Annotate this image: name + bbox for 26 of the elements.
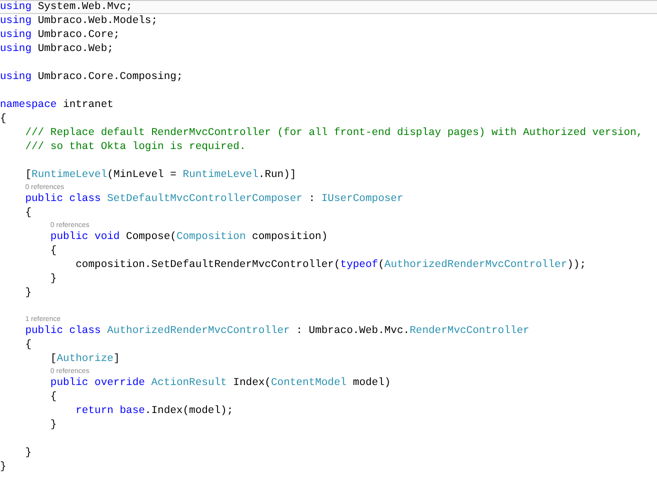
code-line: public class SetDefaultMvcControllerComposer : IUserComposer [25,193,404,205]
code-line: composition.SetDefaultRenderMvcController(typeof(AuthorizedRenderMvcController)); [76,259,586,271]
code-line: { [50,245,57,257]
code-line: /// so that Okta login is required. [25,141,246,153]
code-line: { [25,339,32,351]
code-line: } [25,447,32,459]
code-line: using Umbraco.Web; [0,43,114,55]
code-line: public void Compose(Composition composition) [50,231,328,243]
code-line: [RuntimeLevel(MinLevel = RuntimeLevel.Run)] [25,169,296,181]
code-line: using Umbraco.Core.Composing; [0,71,183,83]
code-line: using Umbraco.Web.Models; [0,15,158,27]
code-line: using Umbraco.Core; [0,29,120,41]
code-line: [Authorize] [50,353,120,365]
code-line: namespace intranet [0,99,114,111]
code-line: { [50,391,57,403]
code-line: /// Replace default RenderMvcController (for all front-end display pages) with Authorized version, [25,127,643,139]
code-line: } [50,419,57,431]
code-line: using System.Web.Mvc; [0,1,132,13]
code-line: public class AuthorizedRenderMvcController : Umbraco.Web.Mvc.RenderMvcController [25,325,530,337]
code-line: public override ActionResult Index(ContentModel model) [50,377,391,389]
code-line: { [0,113,6,125]
code-line: } [0,461,6,473]
code-line: } [25,287,32,299]
code-line: } [50,273,57,285]
code-line: { [25,207,32,219]
code-line: return base.Index(model); [76,405,234,417]
